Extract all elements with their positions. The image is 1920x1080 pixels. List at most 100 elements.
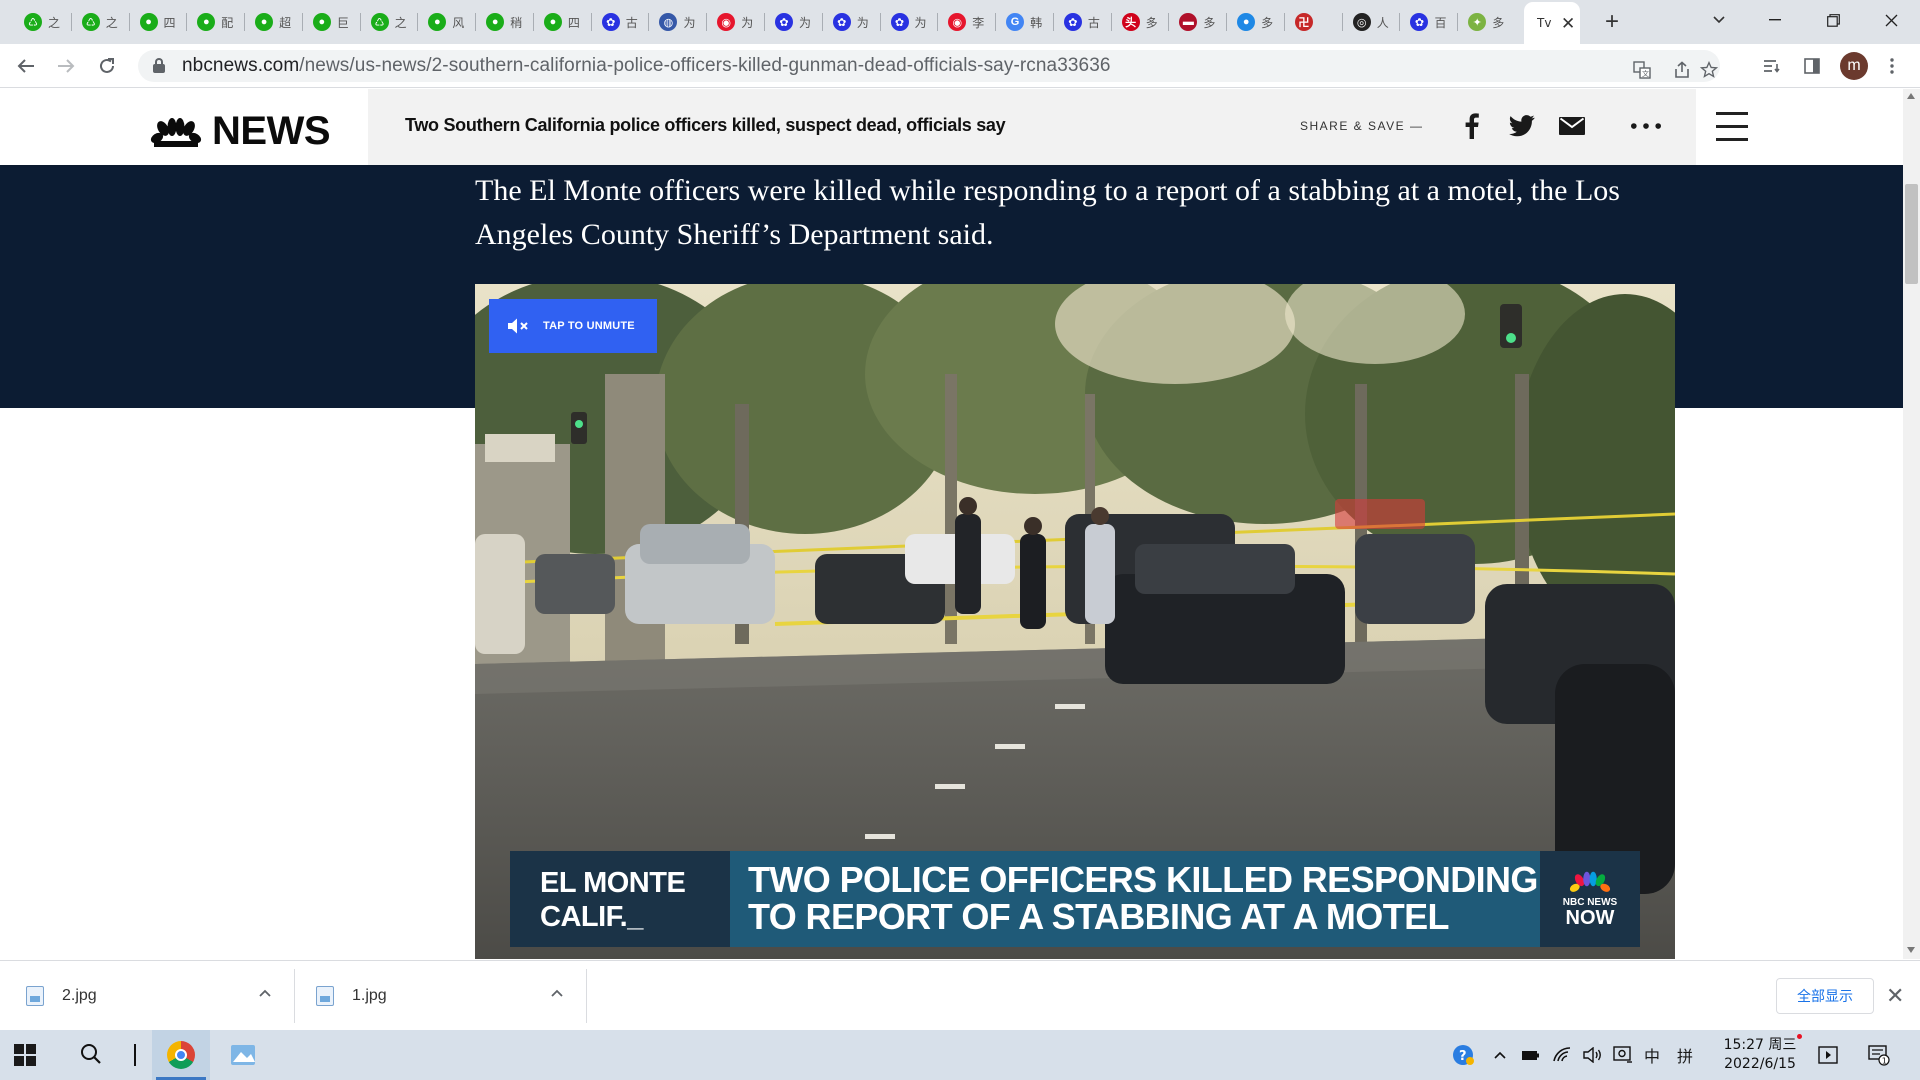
google-icon: G: [1006, 13, 1025, 31]
weibo-icon: ◉: [717, 13, 736, 31]
browser-tab[interactable]: ✿ 为: [883, 7, 929, 37]
scroll-up-arrow-icon[interactable]: [1907, 93, 1915, 99]
browser-tab[interactable]: ♺ 之: [74, 7, 120, 37]
ime-language-indicator[interactable]: 中: [1641, 1044, 1663, 1066]
bookmark-star-icon[interactable]: [1697, 58, 1721, 82]
share-save-label[interactable]: SHARE & SAVE —: [1300, 119, 1423, 133]
tab-title: 之: [105, 15, 118, 30]
download-options-chevron-icon[interactable]: [550, 985, 564, 1003]
browser-tab[interactable]: ● 配: [189, 7, 235, 37]
tab-separator: [532, 13, 534, 31]
browser-tab[interactable]: 卍: [1287, 7, 1333, 37]
browser-tab[interactable]: ✿ 百: [1402, 7, 1448, 37]
video-player[interactable]: TAP TO UNMUTE EL MONTE CALIF._ TWO POLIC…: [475, 284, 1675, 959]
tab-separator: [70, 13, 72, 31]
browser-tab[interactable]: ● 四: [536, 7, 582, 37]
nbc-news-logo[interactable]: NEWS: [150, 109, 331, 154]
browser-tab[interactable]: ◉ 李: [940, 7, 986, 37]
taskbar-photo-viewer[interactable]: [214, 1030, 272, 1080]
logo-wordmark: NEWS: [212, 109, 331, 153]
tray-overflow-chevron-icon[interactable]: [1489, 1044, 1511, 1066]
browser-tab[interactable]: ● 超: [247, 7, 293, 37]
side-panel-icon[interactable]: [1800, 54, 1824, 78]
download-item[interactable]: 1.jpg: [316, 961, 387, 1031]
tab-title: 四: [567, 15, 580, 30]
browser-tab[interactable]: ✦ 多: [1460, 7, 1506, 37]
browser-tab[interactable]: ◍ 为: [651, 7, 697, 37]
address-bar[interactable]: nbcnews.com/news/us-news/2-southern-cali…: [138, 50, 1720, 82]
browser-tab[interactable]: ● 多: [1229, 7, 1275, 37]
windows-taskbar: ? 中 拼 15:27 周三 2022/6/15 1: [0, 1030, 1920, 1080]
new-tab-button[interactable]: +: [1598, 8, 1626, 36]
tab-search-dropdown-icon[interactable]: [1690, 0, 1748, 40]
tab-active[interactable]: Tv ✕: [1524, 2, 1580, 44]
show-desktop-icon[interactable]: [1817, 1044, 1839, 1066]
reading-list-icon[interactable]: [1760, 54, 1784, 78]
ime-mode-indicator[interactable]: 拼: [1674, 1044, 1696, 1066]
browser-tab[interactable]: ✿ 为: [825, 7, 871, 37]
download-item[interactable]: 2.jpg: [26, 961, 97, 1031]
input-method-settings-icon[interactable]: [1612, 1044, 1634, 1066]
browser-tab[interactable]: ● 四: [132, 7, 178, 37]
browser-tab[interactable]: G韩: [998, 7, 1044, 37]
tab-separator: [186, 13, 188, 31]
browser-tab[interactable]: ◎ 人: [1345, 7, 1391, 37]
scroll-down-arrow-icon[interactable]: [1907, 947, 1915, 953]
browser-tab[interactable]: ● 巨: [305, 7, 351, 37]
taskbar-chrome[interactable]: [152, 1030, 210, 1080]
header-article-title: Two Southern California police officers …: [405, 115, 1006, 135]
tap-to-unmute-button[interactable]: TAP TO UNMUTE: [489, 299, 657, 353]
profile-avatar[interactable]: m: [1840, 52, 1868, 80]
browser-tab[interactable]: ● 稍: [478, 7, 524, 37]
share-icon[interactable]: [1670, 58, 1694, 82]
volume-icon[interactable]: [1582, 1044, 1604, 1066]
tab-close-icon[interactable]: ✕: [1561, 15, 1575, 32]
browser-tab[interactable]: ♺ 之: [16, 7, 62, 37]
taskbar-clock[interactable]: 15:27 周三 2022/6/15: [1712, 1036, 1808, 1074]
email-icon[interactable]: [1557, 111, 1587, 141]
clock-time: 15:27 周三: [1723, 1037, 1797, 1053]
search-icon[interactable]: [80, 1043, 102, 1065]
chrome-icon: [167, 1041, 195, 1069]
more-options-icon[interactable]: [1631, 111, 1661, 141]
twitter-icon[interactable]: [1507, 111, 1537, 141]
task-view-icon[interactable]: [124, 1044, 146, 1066]
download-options-chevron-icon[interactable]: [258, 985, 272, 1003]
forward-button[interactable]: [52, 52, 80, 80]
restore-button[interactable]: [1804, 0, 1862, 40]
hamburger-menu-icon[interactable]: [1716, 112, 1748, 142]
reload-button[interactable]: [93, 52, 121, 80]
close-download-bar-icon[interactable]: ✕: [1886, 983, 1904, 1009]
windows-start-icon[interactable]: [14, 1044, 36, 1066]
close-window-button[interactable]: [1862, 0, 1920, 40]
kebab-menu-icon[interactable]: [1880, 54, 1904, 78]
battery-icon[interactable]: [1520, 1044, 1542, 1066]
tab-title: 之: [48, 15, 61, 30]
help-icon[interactable]: ?: [1452, 1044, 1474, 1066]
browser-tab[interactable]: ✿ 为: [767, 7, 813, 37]
tab-separator: [1168, 13, 1170, 31]
page-scrollbar[interactable]: [1903, 89, 1920, 959]
browser-tab[interactable]: ✿ 古: [594, 7, 640, 37]
browser-tab[interactable]: ♺ 之: [363, 7, 409, 37]
browser-tab[interactable]: ▬ 多: [1171, 7, 1217, 37]
tab-title: 古: [1087, 15, 1100, 30]
url-text[interactable]: nbcnews.com/news/us-news/2-southern-cali…: [182, 55, 1111, 77]
wifi-icon[interactable]: [1552, 1044, 1574, 1066]
tab-separator: [821, 13, 823, 31]
browser-tab[interactable]: 头多: [1114, 7, 1160, 37]
minimize-button[interactable]: [1746, 0, 1804, 40]
site-header: NEWS Two Southern California police offi…: [0, 89, 1903, 165]
tab-title: 为: [683, 15, 696, 30]
browser-tab[interactable]: ✿ 古: [1056, 7, 1102, 37]
tab-title: 超: [279, 15, 292, 30]
back-button[interactable]: [12, 52, 40, 80]
facebook-icon[interactable]: [1457, 111, 1487, 141]
scrollbar-thumb[interactable]: [1905, 184, 1918, 284]
browser-tab[interactable]: ◉ 为: [709, 7, 755, 37]
show-all-downloads-button[interactable]: 全部显示: [1776, 978, 1874, 1014]
browser-tab[interactable]: ● 风: [420, 7, 466, 37]
translate-icon[interactable]: 文: [1630, 58, 1654, 82]
action-center-icon[interactable]: 1: [1868, 1044, 1890, 1066]
lock-icon[interactable]: [152, 58, 166, 74]
